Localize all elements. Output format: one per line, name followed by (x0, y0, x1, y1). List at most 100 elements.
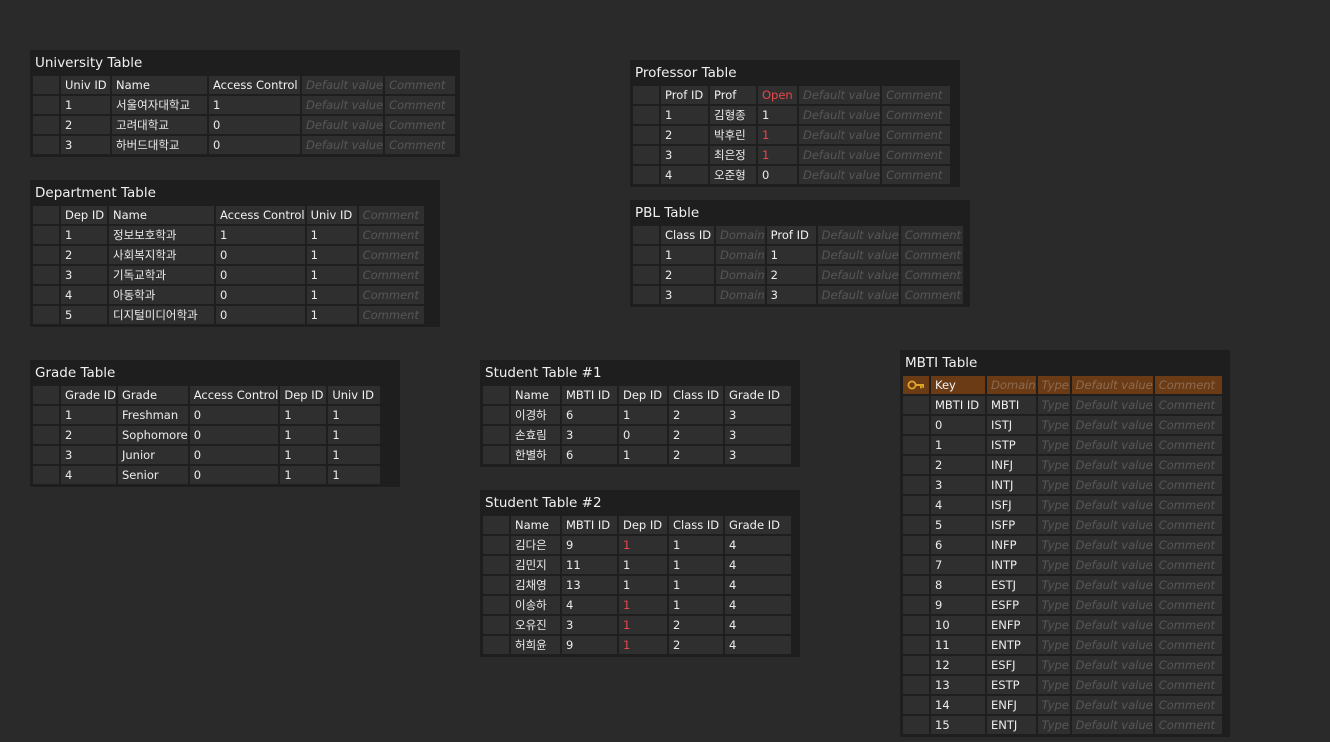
header-cell[interactable]: Grade ID (61, 386, 116, 404)
table-cell[interactable]: 1 (661, 106, 708, 124)
table-cell[interactable]: 0 (931, 416, 985, 434)
header-cell[interactable]: Comment (358, 206, 424, 224)
table-cell[interactable]: Default value (1071, 656, 1153, 674)
row-handle[interactable] (633, 246, 659, 264)
table-cell[interactable]: 1 (280, 406, 327, 424)
table-cell[interactable]: 2 (61, 116, 110, 134)
row-handle[interactable] (483, 576, 509, 594)
header-cell[interactable]: MBTI ID (931, 396, 985, 414)
row-handle[interactable] (903, 636, 929, 654)
table-cell[interactable]: 1 (669, 556, 723, 574)
table-cell[interactable]: ISTP (987, 436, 1036, 454)
table-cell[interactable]: Type (1037, 416, 1070, 434)
header-cell[interactable]: Dep ID (619, 386, 667, 404)
table-cell[interactable]: Type (1037, 436, 1070, 454)
row-handle[interactable] (33, 446, 59, 464)
table-cell[interactable]: 1 (669, 536, 723, 554)
row-handle[interactable] (33, 466, 59, 484)
table-cell[interactable]: Type (1037, 716, 1070, 734)
key-icon[interactable] (903, 376, 929, 394)
table-cell[interactable]: Comment (385, 96, 456, 114)
row-handle[interactable] (483, 386, 509, 404)
table-cell[interactable]: Type (1037, 696, 1070, 714)
table-cell[interactable]: 1 (661, 246, 714, 264)
table-cell[interactable]: 2 (669, 426, 723, 444)
row-handle[interactable] (633, 286, 659, 304)
table-cell[interactable]: 김민지 (511, 556, 560, 574)
table-cell[interactable]: 정보보호학과 (109, 226, 214, 244)
table-cell[interactable]: Comment (882, 126, 951, 144)
table-cell[interactable]: Comment (358, 246, 424, 264)
table-cell[interactable]: Default value (817, 286, 899, 304)
table-cell[interactable]: 3 (661, 286, 714, 304)
table-cell[interactable]: 4 (931, 496, 985, 514)
table-cell[interactable]: 1 (61, 226, 107, 244)
table-cell[interactable]: Comment (1154, 696, 1222, 714)
table-cell[interactable]: Type (1037, 636, 1070, 654)
table-cell[interactable]: 1 (619, 556, 667, 574)
header-cell[interactable]: Default value (799, 86, 881, 104)
table-cell[interactable]: 1 (758, 106, 797, 124)
table-cell[interactable]: 5 (61, 306, 107, 324)
header-cell[interactable]: Name (511, 386, 560, 404)
table-cell[interactable]: ENTP (987, 636, 1036, 654)
table-cell[interactable]: Freshman (118, 406, 188, 424)
table-cell[interactable]: 1 (306, 266, 357, 284)
key-cell[interactable]: Key (931, 376, 985, 394)
table-cell[interactable]: Junior (118, 446, 188, 464)
header-cell[interactable]: Class ID (661, 226, 714, 244)
table-cell[interactable]: 1 (306, 286, 357, 304)
row-handle[interactable] (483, 556, 509, 574)
table-cell[interactable]: 3 (725, 446, 791, 464)
table-cell[interactable]: 오유진 (511, 616, 560, 634)
table-cell[interactable]: 아동학과 (109, 286, 214, 304)
table-cell[interactable]: 0 (216, 266, 305, 284)
table-cell[interactable]: 1 (216, 226, 305, 244)
table-cell[interactable]: Type (1037, 656, 1070, 674)
table-cell[interactable]: Default value (799, 126, 881, 144)
table-cell[interactable]: Domain (716, 246, 765, 264)
table-cell[interactable]: Default value (302, 116, 384, 134)
table-cell[interactable]: Comment (882, 106, 951, 124)
table-cell[interactable]: Senior (118, 466, 188, 484)
table-cell[interactable]: Type (1037, 536, 1070, 554)
header-cell[interactable]: MBTI (987, 396, 1036, 414)
table-cell[interactable]: Type (1037, 596, 1070, 614)
row-handle[interactable] (33, 266, 59, 284)
header-cell[interactable]: Univ ID (328, 386, 381, 404)
table-cell[interactable]: Comment (1154, 576, 1222, 594)
table-cell[interactable]: 0 (189, 426, 279, 444)
table-cell[interactable]: 6 (562, 446, 617, 464)
table-cell[interactable]: Default value (1071, 676, 1153, 694)
row-handle[interactable] (633, 266, 659, 284)
table-cell[interactable]: 1 (758, 146, 797, 164)
header-cell[interactable]: Name (511, 516, 560, 534)
table-cell[interactable]: Type (1037, 556, 1070, 574)
table-cell[interactable]: 2 (61, 426, 116, 444)
table-cell[interactable]: Comment (1154, 416, 1222, 434)
header-cell[interactable]: Access Control (216, 206, 305, 224)
table-cell[interactable]: Default value (1071, 496, 1153, 514)
table-cell[interactable]: Comment (1154, 556, 1222, 574)
header-cell[interactable]: Univ ID (61, 76, 110, 94)
table-cell[interactable]: INTP (987, 556, 1036, 574)
row-handle[interactable] (903, 536, 929, 554)
table-cell[interactable]: 3 (725, 406, 791, 424)
table-cell[interactable]: 13 (562, 576, 617, 594)
row-handle[interactable] (33, 226, 59, 244)
table-cell[interactable]: 4 (725, 576, 791, 594)
header-cell[interactable]: Dep ID (619, 516, 667, 534)
table-cell[interactable]: 0 (189, 466, 279, 484)
table-cell[interactable]: 디지털미디어학과 (109, 306, 214, 324)
table-cell[interactable]: 3 (661, 146, 708, 164)
key-cell[interactable]: Comment (1154, 376, 1222, 394)
row-handle[interactable] (633, 226, 659, 244)
key-cell[interactable]: Type (1037, 376, 1070, 394)
table-cell[interactable]: 12 (931, 656, 985, 674)
header-cell[interactable]: Comment (385, 76, 456, 94)
table-cell[interactable]: Default value (1071, 456, 1153, 474)
table-cell[interactable]: Default value (817, 246, 899, 264)
table-cell[interactable]: 0 (619, 426, 667, 444)
table-cell[interactable]: Default value (1071, 596, 1153, 614)
row-handle[interactable] (633, 166, 659, 184)
